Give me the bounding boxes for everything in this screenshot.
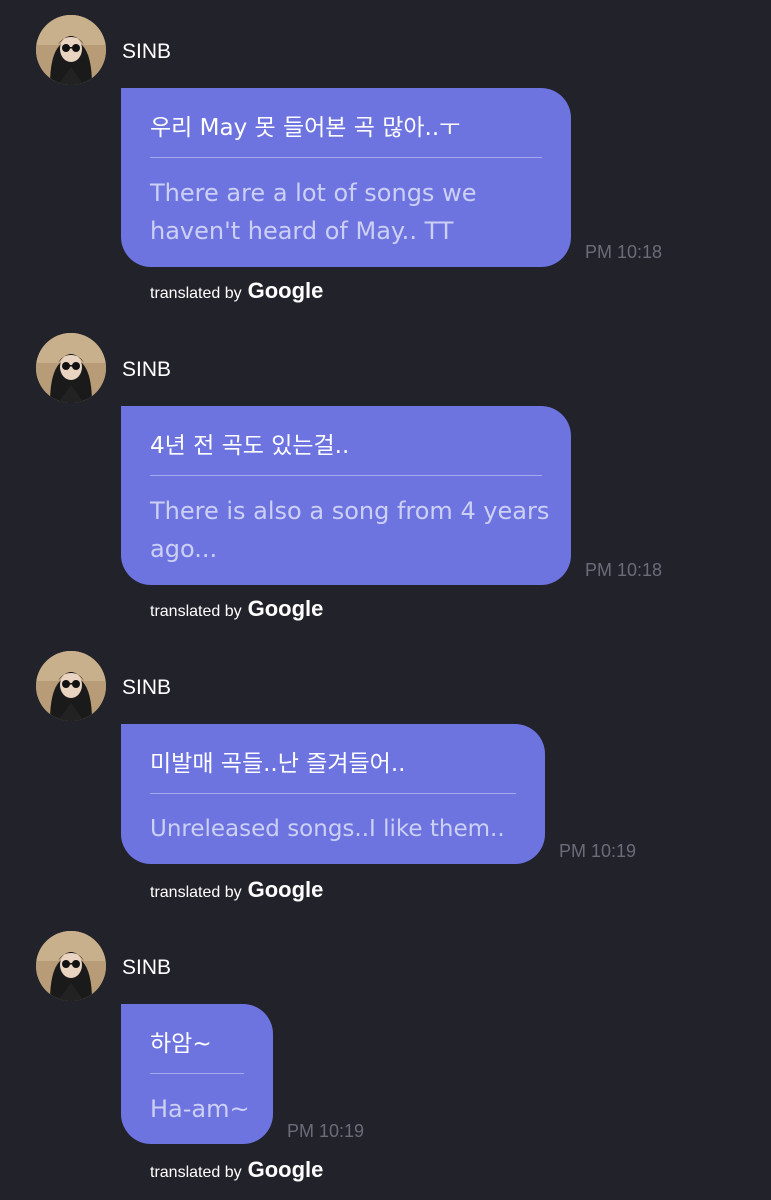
message-item: SINB 우리 May 못 들어본 곡 많아..ㅜ There are a lo… [0,15,771,305]
sender-name: SINB [122,40,172,63]
avatar-photo-icon [36,651,106,721]
translated-text: There are a lot of songs we haven't hear… [150,179,477,245]
avatar[interactable] [36,15,106,85]
message-item: SINB 4년 전 곡도 있는걸.. There is also a song … [0,333,771,623]
google-logo: Google [247,596,324,621]
message-bubble[interactable]: 4년 전 곡도 있는걸.. There is also a song from … [121,406,571,585]
translated-text: There is also a song from 4 years ago... [150,497,550,563]
message-item: SINB 하암~ Ha-am~ PM 10:19 translated by Go… [0,931,771,1196]
timestamp: PM 10:18 [585,560,663,580]
message-bubble[interactable]: 우리 May 못 들어본 곡 많아..ㅜ There are a lot of … [121,88,571,267]
translated-text: Ha-am~ [150,1095,250,1123]
timestamp: PM 10:18 [585,242,663,262]
translation-credit: translated by Google [150,278,323,304]
translation-credit: translated by Google [150,877,323,903]
sender-name: SINB [122,956,172,979]
google-logo: Google [247,278,324,303]
timestamp: PM 10:19 [559,841,637,861]
translated-by-label: translated by [150,603,242,620]
original-text: 미발매 곡들..난 즐겨들어.. [150,751,406,777]
google-logo: Google [247,1157,324,1182]
original-text: 우리 May 못 들어본 곡 많아..ㅜ [150,115,461,141]
avatar[interactable] [36,333,106,403]
sender-name: SINB [122,676,172,699]
google-logo: Google [247,877,324,902]
message-item: SINB 미발매 곡들..난 즐겨들어.. Unreleased songs..… [0,651,771,911]
divider [150,793,516,794]
translated-text: Unreleased songs..I like them.. [150,816,505,842]
timestamp: PM 10:19 [287,1121,365,1141]
avatar[interactable] [36,931,106,1001]
divider [150,1073,244,1074]
message-bubble[interactable]: 미발매 곡들..난 즐겨들어.. Unreleased songs..I lik… [121,724,545,864]
sender-name: SINB [122,358,172,381]
translation-credit: translated by Google [150,1157,323,1183]
original-text: 4년 전 곡도 있는걸.. [150,433,350,459]
translated-by-label: translated by [150,285,242,302]
avatar-photo-icon [36,931,106,1001]
message-bubble[interactable]: 하암~ Ha-am~ [121,1004,273,1144]
translated-by-label: translated by [150,1164,242,1181]
avatar-photo-icon [36,15,106,85]
translation-credit: translated by Google [150,596,323,622]
avatar-photo-icon [36,333,106,403]
divider [150,475,542,476]
divider [150,157,542,158]
original-text: 하암~ [150,1031,212,1057]
avatar[interactable] [36,651,106,721]
translated-by-label: translated by [150,884,242,901]
